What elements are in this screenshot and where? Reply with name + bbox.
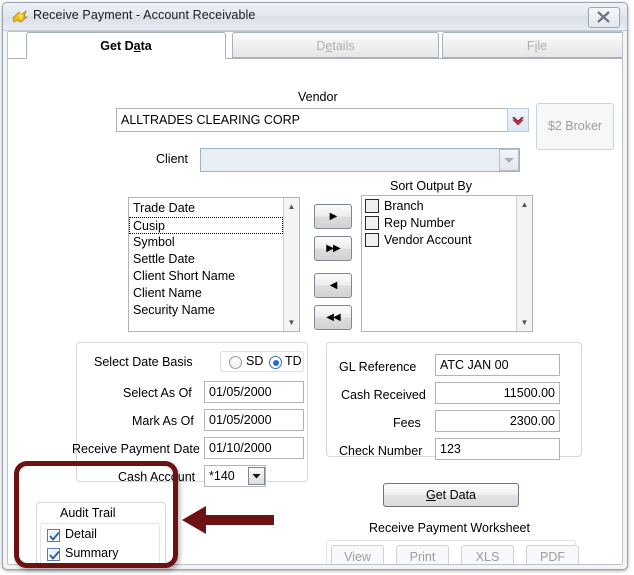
- list-item-label: Vendor Account: [384, 233, 472, 247]
- tab-get-data-label: Get Data: [100, 39, 152, 53]
- select-as-of-label: Select As Of: [123, 386, 192, 400]
- application-window: Receive Payment - Account Receivable Get…: [2, 2, 628, 570]
- sort-output-items: Branch Rep Number Vendor Account: [362, 198, 516, 249]
- cash-account-dropdown-chevron-down-icon[interactable]: [248, 467, 265, 485]
- sort-output-label: Sort Output By: [390, 179, 472, 193]
- checkbox-icon[interactable]: [365, 216, 379, 230]
- list-item[interactable]: Rep Number: [362, 215, 516, 232]
- list-item[interactable]: Branch: [362, 198, 516, 215]
- fees-input[interactable]: 2300.00: [435, 410, 560, 432]
- scroll-up-icon[interactable]: ▲: [284, 199, 299, 214]
- date-basis-label: Select Date Basis: [94, 355, 193, 369]
- gl-reference-input[interactable]: ATC JAN 00: [435, 354, 560, 376]
- get-data-button[interactable]: Get Data: [383, 483, 519, 507]
- app-bird-icon: [12, 9, 28, 25]
- remove-all-fields-button[interactable]: ◀◀: [314, 305, 352, 330]
- sort-output-scrollbar[interactable]: ▲ ▼: [516, 196, 532, 331]
- client-dropdown-chevron-down-icon[interactable]: [499, 149, 519, 171]
- tab-file[interactable]: File: [442, 32, 622, 58]
- worksheet-label: Receive Payment Worksheet: [369, 521, 530, 535]
- title-bar: Receive Payment - Account Receivable: [3, 3, 627, 31]
- cash-account-label: Cash Account: [118, 470, 196, 484]
- select-as-of-input[interactable]: 01/05/2000: [204, 381, 304, 403]
- list-item[interactable]: Trade Date: [129, 200, 283, 217]
- view-button[interactable]: View: [331, 545, 384, 564]
- tab-file-label: File: [526, 39, 548, 53]
- list-item[interactable]: Settle Date: [129, 251, 283, 268]
- mark-as-of-input[interactable]: 01/05/2000: [204, 409, 304, 431]
- checkbox-icon[interactable]: [365, 233, 379, 247]
- audit-trail-options: Detail Summary Adjustment: [40, 523, 160, 564]
- available-fields-list[interactable]: Trade Date Cusip Symbol Settle Date Clie…: [128, 197, 300, 332]
- checkbox-icon[interactable]: [365, 199, 379, 213]
- receive-payment-date-input[interactable]: 01/10/2000: [204, 437, 304, 459]
- cash-received-label: Cash Received: [341, 388, 426, 402]
- sort-output-list[interactable]: Branch Rep Number Vendor Account ▲ ▼: [361, 195, 533, 332]
- tab-strip: Get Data Details File: [8, 32, 622, 59]
- vendor-dropdown-chevron-down-icon[interactable]: [507, 108, 529, 132]
- broker-button[interactable]: $2 Broker: [536, 103, 614, 150]
- radio-sd-label: SD: [246, 354, 264, 368]
- scroll-down-icon[interactable]: ▼: [517, 315, 532, 330]
- get-data-button-label: Get Data: [425, 488, 477, 502]
- checkbox-detail[interactable]: [47, 529, 60, 542]
- radio-td[interactable]: [269, 356, 282, 369]
- scroll-down-icon[interactable]: ▼: [284, 315, 299, 330]
- add-field-button[interactable]: ▶: [314, 204, 352, 229]
- radio-sd[interactable]: [229, 356, 242, 369]
- close-button[interactable]: [588, 7, 620, 28]
- remove-field-button[interactable]: ◀: [314, 273, 352, 298]
- vendor-input[interactable]: ALLTRADES CLEARING CORP: [116, 108, 508, 132]
- add-all-fields-button[interactable]: ▶▶: [314, 236, 352, 261]
- pdf-button[interactable]: PDF: [526, 545, 579, 564]
- list-item-label: Rep Number: [384, 216, 455, 230]
- audit-trail-label: Audit Trail: [60, 506, 116, 520]
- list-item[interactable]: Cusip: [129, 217, 283, 234]
- date-basis-radio-group: SD TD: [220, 351, 304, 372]
- list-item[interactable]: Vendor Account: [362, 232, 516, 249]
- available-fields-scrollbar[interactable]: ▲ ▼: [283, 198, 299, 331]
- gl-reference-label: GL Reference: [339, 360, 417, 374]
- list-item[interactable]: Security Name: [129, 302, 283, 319]
- list-item[interactable]: Client Short Name: [129, 268, 283, 285]
- list-item-label: Branch: [384, 199, 424, 213]
- scroll-up-icon[interactable]: ▲: [517, 197, 532, 212]
- client-input[interactable]: [200, 148, 520, 172]
- client-area: Get Data Details File Vendor ALLTRADES C…: [7, 31, 623, 565]
- receive-payment-date-label: Receive Payment Date: [72, 442, 200, 456]
- checkbox-summary-label: Summary: [65, 546, 119, 560]
- client-label: Client: [156, 152, 188, 166]
- check-number-input[interactable]: 123: [435, 438, 560, 460]
- fees-label: Fees: [393, 416, 421, 430]
- tab-details[interactable]: Details: [232, 32, 439, 58]
- vendor-label: Vendor: [298, 90, 338, 104]
- print-button[interactable]: Print: [396, 545, 449, 564]
- window-title: Receive Payment - Account Receivable: [33, 8, 256, 22]
- available-fields-items: Trade Date Cusip Symbol Settle Date Clie…: [129, 200, 283, 319]
- xls-button[interactable]: XLS: [461, 545, 514, 564]
- check-number-label: Check Number: [339, 444, 423, 458]
- radio-td-label: TD: [285, 354, 302, 368]
- list-item[interactable]: Symbol: [129, 234, 283, 251]
- checkbox-detail-label: Detail: [65, 527, 97, 541]
- cash-received-input[interactable]: 11500.00: [435, 382, 560, 404]
- checkbox-summary[interactable]: [47, 548, 60, 561]
- tab-get-data[interactable]: Get Data: [26, 32, 226, 59]
- list-item[interactable]: Client Name: [129, 285, 283, 302]
- tab-details-label: Details: [316, 39, 355, 53]
- mark-as-of-label: Mark As Of: [132, 414, 194, 428]
